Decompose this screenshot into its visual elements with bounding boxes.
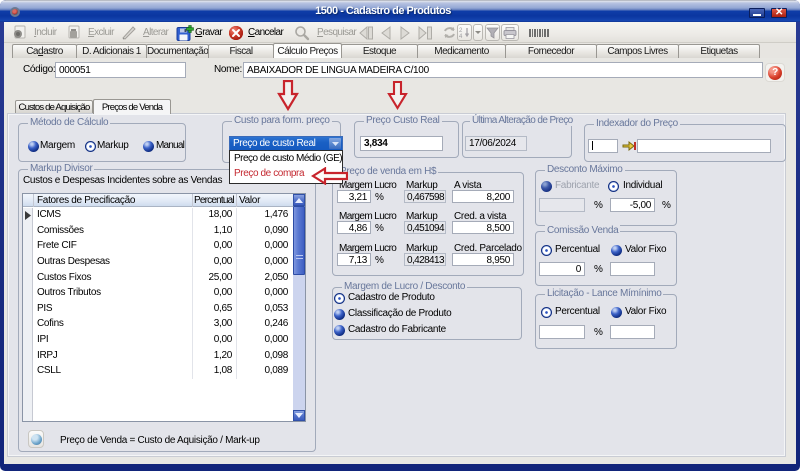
svg-text:4: 4 xyxy=(459,34,463,39)
